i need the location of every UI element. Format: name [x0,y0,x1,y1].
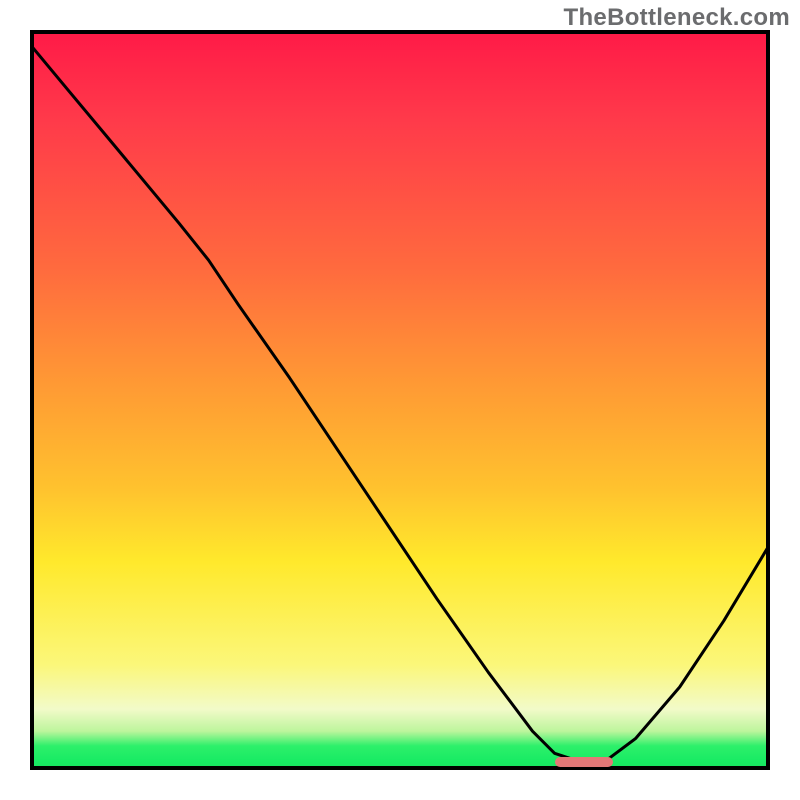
bottleneck-curve [32,47,768,761]
plot-area [32,32,768,768]
watermark-text: TheBottleneck.com [564,4,790,32]
minimum-marker [555,757,614,767]
curve-layer [32,32,768,768]
chart-stage: TheBottleneck.com [0,0,800,800]
